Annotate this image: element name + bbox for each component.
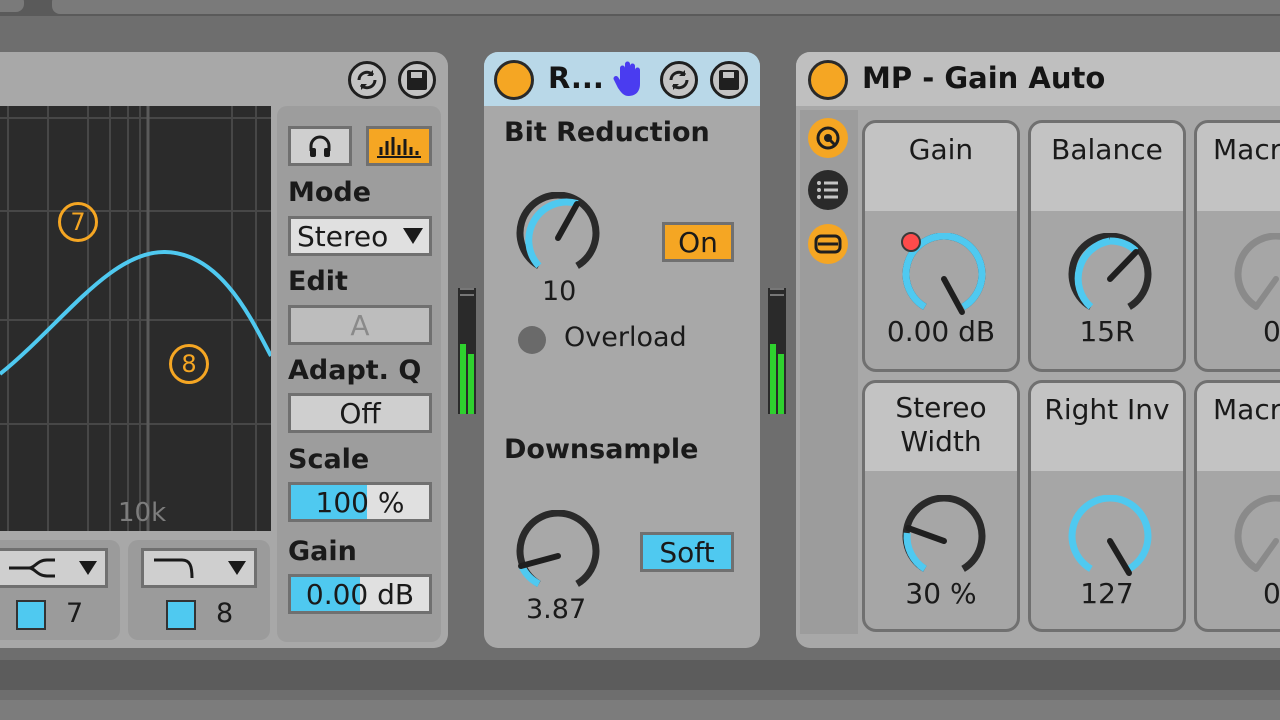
bit-reduction-label: Bit Reduction	[504, 117, 710, 148]
level-meter-right	[768, 288, 786, 414]
level-meter-left	[458, 288, 476, 414]
spectrum-icon	[377, 137, 421, 158]
macro-2-value: 15R	[1079, 315, 1135, 348]
list-icon	[817, 181, 838, 199]
band-8-marker[interactable]: 8	[169, 344, 209, 384]
chevron-down-icon	[228, 561, 246, 575]
downsample-label: Downsample	[504, 434, 699, 465]
macro-3-knob[interactable]	[1230, 233, 1280, 325]
macro-2-name: Balance	[1031, 123, 1183, 211]
eq-save-button[interactable]	[398, 61, 436, 99]
macro-3[interactable]: Macr 0	[1194, 120, 1280, 372]
scale-value: 100 %	[315, 485, 405, 519]
on-toggle-label: On	[678, 225, 718, 259]
grid-frequency-label: 10k	[118, 498, 167, 528]
analyzer-button[interactable]	[366, 126, 432, 166]
redux-device-toggle[interactable]	[494, 60, 534, 100]
chevron-down-icon	[403, 228, 423, 244]
refresh-icon	[669, 70, 689, 90]
bit-reduction-value: 10	[542, 276, 577, 307]
macro-4[interactable]: Stereo Width 30 %	[862, 380, 1020, 632]
overload-led	[518, 326, 546, 354]
band-8-filter-type-dropdown[interactable]	[141, 548, 257, 588]
audition-button[interactable]	[288, 126, 352, 166]
overload-label: Overload	[564, 322, 687, 353]
macro-mapping-icon	[816, 126, 840, 150]
top-tab-left[interactable]	[0, 0, 24, 12]
mode-dropdown-value: Stereo	[297, 219, 389, 253]
macro-view-button[interactable]	[808, 224, 848, 264]
macro-3-value: 0	[1263, 315, 1280, 348]
adapt-q-toggle[interactable]: Off	[288, 393, 432, 433]
eq-curve-graph	[0, 106, 273, 531]
eq-display[interactable]	[0, 106, 273, 531]
band-7-marker-label: 7	[70, 208, 86, 236]
macro-6-knob[interactable]	[1230, 495, 1280, 587]
macro-map-button[interactable]	[808, 118, 848, 158]
soft-toggle-label: Soft	[659, 535, 715, 569]
top-tab[interactable]	[52, 0, 1280, 14]
macro-6-name: Macr	[1197, 383, 1280, 471]
headphones-icon	[309, 135, 331, 157]
chain-list-button[interactable]	[808, 170, 848, 210]
band-7-marker[interactable]: 7	[58, 202, 98, 242]
save-icon	[407, 70, 427, 90]
edit-ab-value: A	[350, 308, 370, 342]
bit-reduction-knob[interactable]	[512, 191, 604, 288]
mode-label: Mode	[288, 177, 372, 208]
save-icon	[719, 70, 739, 90]
macro-5-name: Right Inv	[1031, 383, 1183, 471]
macro-6[interactable]: Macr 0	[1194, 380, 1280, 632]
scale-label: Scale	[288, 444, 370, 475]
bottom-strip	[0, 660, 1280, 690]
lowpass-filter-icon	[154, 558, 194, 579]
macro-2-knob[interactable]	[1064, 233, 1156, 325]
gain-value: 0.00 dB	[305, 577, 415, 611]
rack-device-toggle[interactable]	[808, 60, 848, 100]
macro-1-automation-dot	[901, 232, 921, 252]
macro-5-knob[interactable]	[1064, 495, 1156, 587]
redux-save-button[interactable]	[710, 61, 748, 99]
chevron-down-icon	[79, 561, 97, 575]
adapt-q-label: Adapt. Q	[288, 355, 422, 386]
macro-1[interactable]: Gain 0.00 dB	[862, 120, 1020, 372]
scale-slider[interactable]: 100 %	[288, 482, 432, 522]
band-7-filter-type-dropdown[interactable]	[0, 548, 108, 588]
hand-icon[interactable]	[612, 60, 646, 102]
band-8-enable-toggle[interactable]	[166, 600, 196, 630]
band-7-enable-toggle[interactable]	[16, 600, 46, 630]
macro-4-name: Stereo Width	[865, 383, 1017, 471]
eq-hotswap-button[interactable]	[348, 61, 386, 99]
gain-label: Gain	[288, 536, 357, 567]
macro-6-value: 0	[1263, 577, 1280, 610]
macro-1-name: Gain	[865, 123, 1017, 211]
band-8-marker-label: 8	[181, 350, 197, 378]
macro-panel-icon	[814, 234, 842, 254]
redux-title: R...	[548, 61, 604, 95]
bell-filter-icon	[9, 558, 55, 578]
macro-4-value: 30 %	[905, 577, 977, 610]
band-8-number: 8	[216, 598, 234, 629]
macro-5[interactable]: Right Inv 127	[1028, 380, 1186, 632]
macro-5-value: 127	[1080, 577, 1134, 610]
macro-1-value: 0.00 dB	[886, 315, 996, 348]
edit-ab-button[interactable]: A	[288, 305, 432, 345]
rack-title: MP - Gain Auto	[862, 61, 1106, 95]
soft-toggle[interactable]: Soft	[640, 532, 734, 572]
bottom-bar	[0, 700, 1280, 720]
edit-label: Edit	[288, 266, 348, 297]
mode-dropdown[interactable]: Stereo	[288, 216, 432, 256]
bit-reduction-on-toggle[interactable]: On	[662, 222, 734, 262]
macro-4-knob[interactable]	[898, 495, 990, 587]
macro-3-name: Macr	[1197, 123, 1280, 211]
refresh-icon	[357, 70, 377, 90]
adapt-q-value: Off	[339, 396, 381, 430]
downsample-knob[interactable]	[512, 509, 604, 606]
gain-slider[interactable]: 0.00 dB	[288, 574, 432, 614]
downsample-value: 3.87	[526, 594, 587, 625]
band-7-number: 7	[66, 598, 84, 629]
macro-2[interactable]: Balance 15R	[1028, 120, 1186, 372]
redux-hotswap-button[interactable]	[660, 61, 698, 99]
